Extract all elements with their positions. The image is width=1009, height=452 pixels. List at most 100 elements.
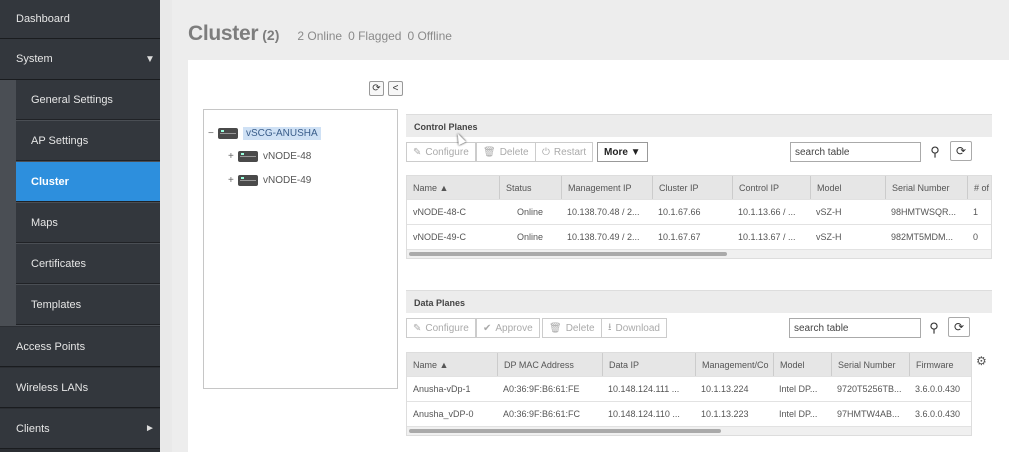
refresh-icon: ⟳ <box>955 144 967 158</box>
cell-model: vSZ-H <box>816 207 842 217</box>
cluster-panel: ⟳ < − vSCG-ANUSHA + vNODE-48 + vNODE-49 … <box>188 60 1009 452</box>
search-icon[interactable]: ⚲ <box>926 143 944 161</box>
main-content: Cluster (2) 2 Online 0 Flagged 0 Offline… <box>172 0 1009 452</box>
collapse-tree-button[interactable]: < <box>388 81 403 96</box>
sub-label: Cluster <box>31 175 69 188</box>
cell-status: Online <box>516 207 543 217</box>
nav-system[interactable]: System ▼ <box>0 39 160 80</box>
table-header: Name ▲ Status Management IP Cluster IP C… <box>407 176 991 200</box>
offline-count: 0 Offline <box>407 29 452 43</box>
col-name[interactable]: Name ▲ <box>407 353 497 376</box>
cell-management: 10.1.13.224 <box>701 384 749 394</box>
cell-serial-number: 97HMTW4AB... <box>837 409 900 419</box>
cell-model: Intel DP... <box>779 384 818 394</box>
horizontal-scrollbar[interactable] <box>407 250 991 258</box>
cell-dp-mac-address: A0:36:9F:B6:61:FC <box>503 409 581 419</box>
dp-approve-label: Approve <box>495 322 533 334</box>
cp-configure-label: Configure <box>425 146 469 158</box>
sidebar-item-templates[interactable]: Templates <box>16 285 160 325</box>
refresh-tree-button[interactable]: ⟳ <box>369 81 384 96</box>
collapse-icon[interactable]: − <box>208 128 218 139</box>
expand-icon[interactable]: + <box>228 175 238 186</box>
cell-serial-number: 982MT5MDM... <box>891 232 954 242</box>
col-serial-number[interactable]: Serial Number <box>885 176 967 199</box>
table-row[interactable]: vNODE-49-C Online 10.138.70.49 / 2... 10… <box>407 225 991 250</box>
nav-clients[interactable]: Clients ► <box>0 409 160 449</box>
tree-node-label: vSCG-ANUSHA <box>243 127 321 140</box>
table-row[interactable]: Anusha_vDP-0 A0:36:9F:B6:61:FC 10.148.12… <box>407 402 971 427</box>
dp-approve-button[interactable]: ✔ Approve <box>476 318 540 338</box>
chevron-left-icon: < <box>392 83 399 94</box>
sidebar-item-ap-settings[interactable]: AP Settings <box>16 121 160 161</box>
dp-delete-button[interactable]: 🗑 Delete <box>542 318 602 338</box>
col-dp-mac-address[interactable]: DP MAC Address <box>497 353 602 376</box>
col-model[interactable]: Model <box>810 176 885 199</box>
cp-search-input[interactable] <box>790 142 921 162</box>
cell-control-ip: 10.1.13.66 / ... <box>738 207 796 217</box>
sidebar-item-general-settings[interactable]: General Settings <box>16 80 160 120</box>
gear-icon[interactable]: ⚙ <box>976 354 987 368</box>
table-row[interactable]: Anusha-vDp-1 A0:36:9F:B6:61:FE 10.148.12… <box>407 377 971 402</box>
col-count[interactable]: # of <box>967 176 991 199</box>
cell-dp-mac-address: A0:36:9F:B6:61:FE <box>503 384 580 394</box>
tree-node-vnode-48[interactable]: + vNODE-48 <box>228 151 311 162</box>
tree-node-root[interactable]: − vSCG-ANUSHA <box>208 127 321 140</box>
cp-configure-button[interactable]: ✎ Configure <box>406 142 476 162</box>
col-control-ip[interactable]: Control IP <box>732 176 810 199</box>
col-model[interactable]: Model <box>773 353 831 376</box>
cp-restart-label: Restart <box>553 146 587 158</box>
sub-label: Templates <box>31 298 82 311</box>
nav-dashboard[interactable]: Dashboard <box>0 0 160 39</box>
dp-search-input[interactable] <box>789 318 921 338</box>
col-management[interactable]: Management/Co <box>695 353 773 376</box>
col-serial-number[interactable]: Serial Number <box>831 353 909 376</box>
cp-refresh-button[interactable]: ⟳ <box>950 141 972 161</box>
horizontal-scrollbar[interactable] <box>407 427 971 435</box>
cp-more-button[interactable]: More ▼ <box>597 142 648 162</box>
col-management-ip[interactable]: Management IP <box>561 176 652 199</box>
cp-restart-button[interactable]: ⏻ Restart <box>535 142 594 162</box>
cell-firmware: 3.6.0.0.430 <box>915 409 961 419</box>
cell-management-ip: 10.138.70.49 / 2... <box>567 232 640 242</box>
search-icon[interactable]: ⚲ <box>925 319 943 337</box>
scrollbar-thumb[interactable] <box>409 252 727 256</box>
sub-label: General Settings <box>31 93 113 106</box>
sidebar-item-certificates[interactable]: Certificates <box>16 244 160 284</box>
trash-icon: 🗑 <box>549 322 562 334</box>
online-count: 2 Online <box>297 29 343 43</box>
page-count: (2) <box>262 27 280 43</box>
nav-wireless-lans[interactable]: Wireless LANs <box>0 368 160 408</box>
nav-access-points[interactable]: Access Points <box>0 327 160 367</box>
cluster-tree: − vSCG-ANUSHA + vNODE-48 + vNODE-49 <box>203 109 398 389</box>
cell-status: Online <box>516 232 543 242</box>
col-data-ip[interactable]: Data IP <box>602 353 695 376</box>
sidebar-item-maps[interactable]: Maps <box>16 203 160 243</box>
cell-name: Anusha-vDp-1 <box>413 384 471 394</box>
cp-delete-label: Delete <box>499 146 529 158</box>
col-cluster-ip[interactable]: Cluster IP <box>652 176 732 199</box>
cp-more-label: More ▼ <box>604 146 641 158</box>
server-icon <box>218 128 238 139</box>
expand-icon[interactable]: + <box>228 151 238 162</box>
cell-firmware: 3.6.0.0.430 <box>915 384 961 394</box>
table-row[interactable]: vNODE-48-C Online 10.138.70.48 / 2... 10… <box>407 200 991 225</box>
server-icon <box>238 175 258 186</box>
nav-label: Dashboard <box>16 13 70 25</box>
cell-name: vNODE-49-C <box>413 232 467 242</box>
sub-label: Certificates <box>31 257 87 270</box>
cell-count: 1 <box>973 207 979 217</box>
scrollbar-thumb[interactable] <box>409 429 721 433</box>
sidebar-item-cluster[interactable]: Cluster <box>16 162 160 202</box>
cp-delete-button[interactable]: 🗑 Delete <box>476 142 536 162</box>
dp-download-label: Download <box>615 322 660 334</box>
data-planes-table: Name ▲ DP MAC Address Data IP Management… <box>406 352 972 436</box>
cell-serial-number: 9720T5256TB... <box>837 384 902 394</box>
col-name[interactable]: Name ▲ <box>407 176 499 199</box>
dp-download-button[interactable]: ⭳ Download <box>601 318 667 338</box>
col-firmware[interactable]: Firmware <box>909 353 971 376</box>
col-status[interactable]: Status <box>499 176 561 199</box>
tree-node-vnode-49[interactable]: + vNODE-49 <box>228 175 311 186</box>
dp-configure-button[interactable]: ✎ Configure <box>406 318 476 338</box>
cell-data-ip: 10.148.124.111 ... <box>608 384 680 394</box>
dp-refresh-button[interactable]: ⟳ <box>948 317 970 337</box>
